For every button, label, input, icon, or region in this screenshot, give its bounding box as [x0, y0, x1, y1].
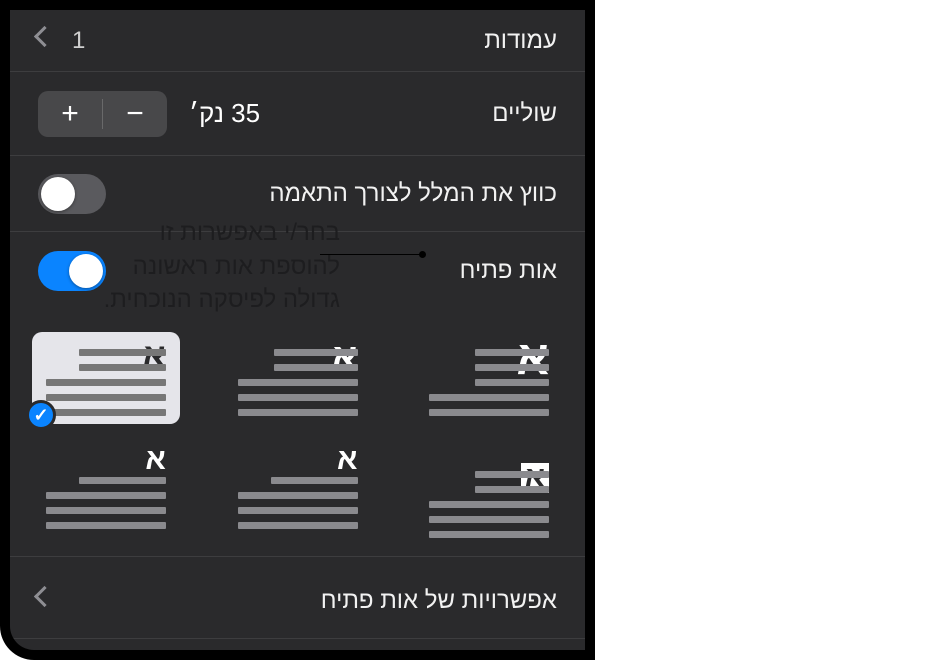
shrink-toggle[interactable]: [38, 174, 106, 214]
chevron-left-icon: [38, 589, 52, 613]
dropcap-styles-section: א א: [10, 310, 585, 557]
dropcap-label: אות פתיח: [460, 257, 557, 285]
selected-check-icon: ✓: [26, 400, 56, 430]
dropcap-options-label: אפשרויות של אות פתיח: [321, 587, 557, 615]
margins-increment-button[interactable]: +: [38, 91, 102, 137]
shrink-label: כווץ את המלל לצורך התאמה: [269, 180, 557, 208]
margins-value: 35 נק׳: [189, 98, 260, 129]
dropcap-style-1[interactable]: א: [415, 332, 563, 424]
margins-decrement-button[interactable]: −: [103, 91, 167, 137]
margins-row: שוליים 35 נק׳ − +: [10, 72, 585, 156]
dropcap-style-2[interactable]: א: [224, 332, 372, 424]
columns-row[interactable]: עמודות 1: [10, 10, 585, 72]
text-format-panel: עמודות 1 שוליים 35 נק׳ − + כווץ את המלל …: [10, 10, 585, 650]
dropcap-style-5[interactable]: א: [224, 454, 372, 546]
margins-stepper: − +: [38, 91, 167, 137]
dropcap-options-row[interactable]: אפשרויות של אות פתיח: [10, 563, 585, 639]
aleph-icon: א: [337, 445, 357, 475]
dropcap-style-6[interactable]: א: [32, 454, 180, 546]
columns-value: 1: [72, 27, 85, 55]
dropcap-style-3[interactable]: א ✓: [32, 332, 180, 424]
margins-label: שוליים: [492, 100, 557, 128]
callout-text: בחר/י באפשרות זו להוספת אות ראשונה גדולה…: [20, 216, 340, 317]
callout-leader-line: [320, 254, 425, 255]
columns-label: עמודות: [484, 27, 557, 55]
aleph-icon: א: [145, 445, 165, 475]
chevron-left-icon: [38, 29, 52, 53]
dropcap-style-4[interactable]: א: [415, 454, 563, 546]
